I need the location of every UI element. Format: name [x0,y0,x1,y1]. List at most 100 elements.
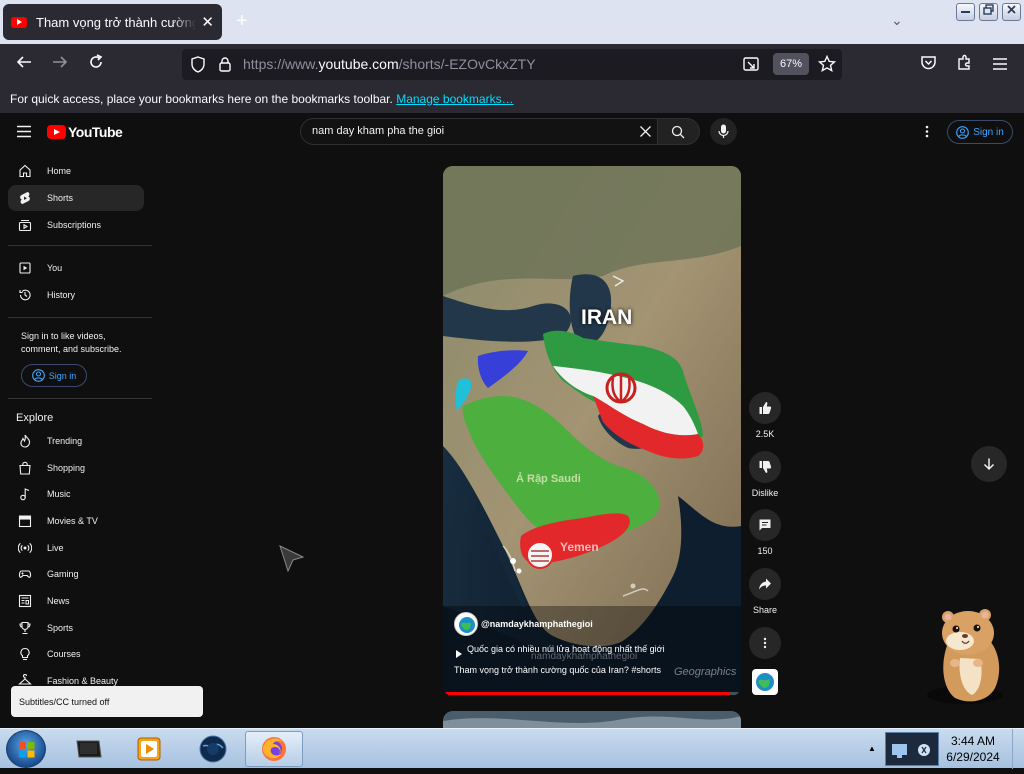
address-bar[interactable]: https://www.youtube.com/shorts/-EZOvCkxZ… [182,49,842,80]
shorts-icon [18,191,32,205]
sign-in-prompt-text: Sign in to like videos, comment, and sub… [21,331,122,354]
sidebar-item-subscriptions[interactable]: Subscriptions [8,212,144,238]
channel-avatar[interactable] [454,612,478,636]
like-button[interactable] [749,392,781,424]
sidebar-item-movies-tv[interactable]: Movies & TV [8,508,144,534]
taskbar-app-firefox[interactable] [245,731,303,767]
video-progress-track[interactable] [443,692,741,695]
tracking-protection-shield-icon[interactable] [190,56,206,78]
sidebar-item-history[interactable]: History [8,282,144,308]
settings-more-icon[interactable] [925,125,929,143]
taskbar-app-globe[interactable] [184,731,242,767]
show-hidden-icons-button[interactable]: ▲ [868,744,876,753]
clear-search-icon[interactable] [639,125,652,143]
bookmarks-toolbar: For quick access, place your bookmarks h… [0,86,1024,113]
url-text[interactable]: https://www.youtube.com/shorts/-EZOvCkxZ… [243,56,536,72]
more-actions-button[interactable] [749,627,781,659]
next-short-preview[interactable] [443,711,741,728]
dislike-label: Dislike [751,488,779,498]
back-button[interactable] [11,52,37,78]
network-and-volume-icon [892,744,930,758]
youtube-favicon-icon [11,16,27,28]
sidebar-item-label: You [47,263,63,273]
sidebar-item-label: Subscriptions [47,220,102,230]
taskbar-clock[interactable]: 3:44 AM 6/29/2024 [940,733,1006,765]
sidebar-divider [8,245,152,246]
shorts-video-player[interactable]: IRAN Ả Rập Saudi Yemen @namdaykhamphathe… [443,166,741,696]
show-desktop-button[interactable] [1012,729,1024,769]
arrow-down-icon [983,458,995,471]
tab-close-icon[interactable]: ✕ [201,13,214,31]
search-query-text: nam day kham pha the gioi [312,125,445,137]
sidebar-sign-in-button[interactable]: Sign in [21,364,87,387]
start-button[interactable] [6,730,46,768]
subtitles-toast: Subtitles/CC turned off [11,686,203,717]
sidebar-item-live[interactable]: Live [8,535,144,561]
comments-button[interactable] [749,509,781,541]
sidebar-item-you[interactable]: You [8,255,144,281]
thumbs-down-icon [759,461,772,473]
pocket-icon[interactable] [915,52,941,78]
home-icon [18,164,32,178]
guide-menu-icon[interactable] [16,125,32,143]
search-button[interactable] [658,118,700,145]
restore-window-button[interactable] [979,3,998,21]
sidebar-item-home[interactable]: Home [8,158,144,184]
sidebar-item-courses[interactable]: Courses [8,641,144,667]
sidebar-item-label: News [47,596,70,606]
bookmark-star-icon[interactable] [817,54,837,78]
youtube-logo[interactable]: YouTube [47,124,123,140]
lock-icon[interactable] [218,56,232,77]
subscriptions-icon [18,218,32,232]
sidebar-item-sports[interactable]: Sports [8,615,144,641]
dislike-button[interactable] [749,451,781,483]
taskbar-app-media-player[interactable] [120,731,178,767]
gaming-controller-icon [18,567,32,581]
youtube-logo-text: YouTube [68,124,123,140]
you-library-icon [18,261,32,275]
windows-taskbar: ▲ 3:44 AM 6/29/2024 [0,728,1024,769]
sidebar-item-label: Live [47,543,64,553]
next-video-button[interactable] [971,446,1007,482]
voice-search-button[interactable] [710,118,737,145]
related-play-icon [456,645,462,663]
comment-icon [759,519,771,531]
zoom-level-badge[interactable]: 67% [773,53,809,75]
reload-button[interactable] [83,52,109,78]
share-label: Share [752,605,778,615]
taskbar-app-explorer[interactable] [60,731,118,767]
share-button[interactable] [749,568,781,600]
sidebar-item-label: Gaming [47,569,79,579]
video-watermark: Geographics [674,666,737,678]
sidebar-item-shorts[interactable]: Shorts [8,185,144,211]
sidebar-item-gaming[interactable]: Gaming [8,561,144,587]
minimize-window-button[interactable] [956,3,975,21]
clapperboard-icon [18,514,32,528]
search-input[interactable]: nam day kham pha the gioi [300,118,658,145]
sidebar-item-music[interactable]: Music [8,481,144,507]
sidebar-item-shopping[interactable]: Shopping [8,455,144,481]
map-label-saudi: Ả Rập Saudi [516,473,581,485]
youtube-play-logo-icon [47,125,66,139]
channel-handle[interactable]: @namdaykhamphathegioi [481,619,593,629]
new-tab-button[interactable]: + [236,10,248,33]
sign-in-button[interactable]: Sign in [947,120,1013,144]
close-window-button[interactable] [1002,3,1021,21]
app-menu-icon[interactable] [987,52,1013,78]
hamster-desktop-pet[interactable] [920,603,1010,708]
sidebar-item-news[interactable]: News [8,588,144,614]
list-all-tabs-icon[interactable]: ⌄ [891,12,903,29]
extensions-icon[interactable] [951,52,977,78]
sign-in-label: Sign in [48,370,77,381]
system-tray-icons[interactable] [885,732,939,766]
picture-in-picture-icon[interactable] [743,56,760,77]
music-note-icon [18,487,32,501]
sidebar-item-label: Courses [47,649,81,659]
manage-bookmarks-link[interactable]: Manage bookmarks… [396,92,513,106]
browser-tab-youtube[interactable]: Tham vọng trở thành cường quốc của Iran?… [3,4,222,40]
share-arrow-icon [759,578,771,590]
live-broadcast-icon [18,541,32,555]
audio-source-thumbnail[interactable] [752,669,778,695]
forward-button[interactable] [47,52,73,78]
sidebar-item-trending[interactable]: Trending [8,428,144,454]
